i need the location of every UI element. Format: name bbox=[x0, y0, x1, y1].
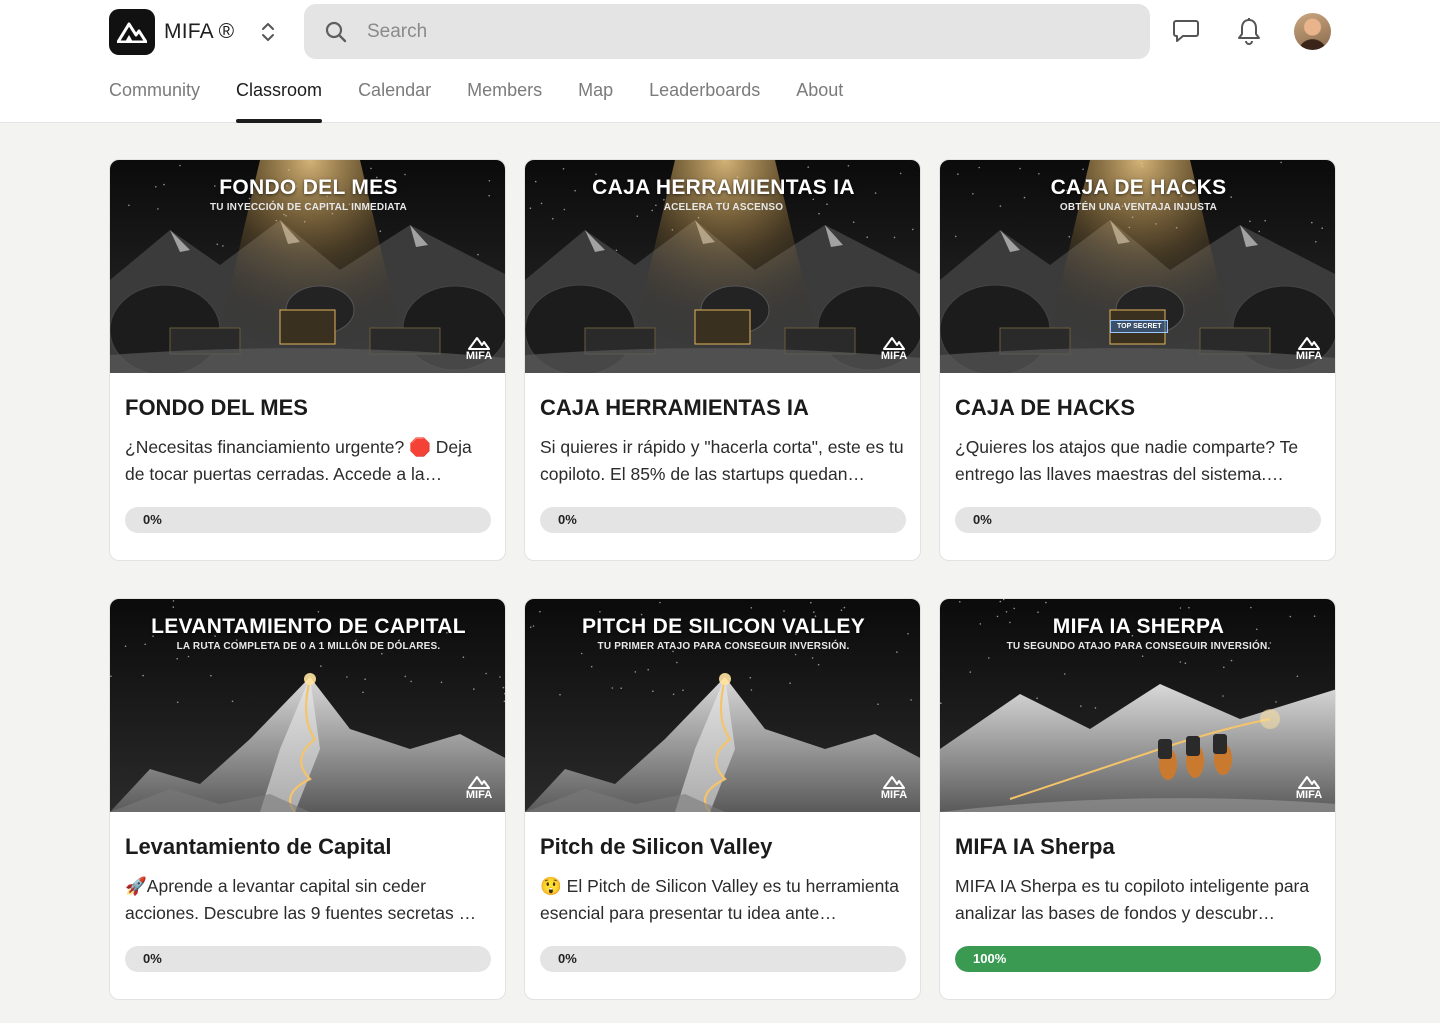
course-description: ¿Quieres los atajos que nadie comparte? … bbox=[955, 437, 1299, 484]
progress-label: 0% bbox=[973, 512, 992, 527]
progress-label: 0% bbox=[143, 951, 162, 966]
progress-label: 100% bbox=[973, 951, 1007, 966]
course-card[interactable]: PITCH DE SILICON VALLEY TU PRIMER ATAJO … bbox=[524, 598, 921, 1000]
cover-logo-text: MIFA bbox=[465, 350, 493, 362]
community-switcher[interactable] bbox=[256, 18, 280, 46]
cover-title: LEVANTAMIENTO DE CAPITAL bbox=[151, 615, 466, 638]
cover-title: CAJA HERRAMIENTAS IA bbox=[592, 176, 855, 199]
course-description: 🚀Aprende a levantar capital sin ceder ac… bbox=[125, 876, 477, 923]
search-input[interactable] bbox=[367, 4, 1127, 59]
cover-subtitle: TU SEGUNDO ATAJO PARA CONSEGUIR INVERSIÓ… bbox=[1006, 641, 1271, 652]
course-card[interactable]: CAJA HERRAMIENTAS IA ACELERA TU ASCENSO … bbox=[524, 159, 921, 561]
course-title[interactable]: CAJA DE HACKS bbox=[955, 395, 1135, 421]
search-icon bbox=[325, 21, 347, 43]
tab-members[interactable]: Members bbox=[467, 78, 542, 123]
course-progress-bar: 0% bbox=[955, 507, 1321, 533]
tab-classroom[interactable]: Classroom bbox=[236, 78, 323, 123]
tab-community[interactable]: Community bbox=[109, 78, 200, 123]
cover-logo-text: MIFA bbox=[880, 350, 908, 362]
progress-fill bbox=[955, 946, 1321, 972]
course-cover[interactable]: MIFA IA SHERPA TU SEGUNDO ATAJO PARA CON… bbox=[940, 599, 1335, 812]
cover-subtitle: LA RUTA COMPLETA DE 0 A 1 MILLÓN DE DÓLA… bbox=[176, 641, 441, 652]
cover-logo-text: MIFA bbox=[465, 789, 493, 801]
course-description: Si quieres ir rápido y "hacerla corta", … bbox=[540, 437, 904, 484]
course-card[interactable]: FONDO DEL MES TU INYECCIÓN DE CAPITAL IN… bbox=[109, 159, 506, 561]
course-description: 😲 El Pitch de Silicon Valley es tu herra… bbox=[540, 876, 899, 923]
course-progress-bar: 0% bbox=[540, 507, 906, 533]
tab-leaderboards[interactable]: Leaderboards bbox=[649, 78, 760, 123]
mountain-logo-icon bbox=[468, 337, 490, 350]
cover-title: MIFA IA SHERPA bbox=[1052, 615, 1225, 638]
course-cover[interactable]: CAJA HERRAMIENTAS IA ACELERA TU ASCENSO … bbox=[525, 160, 920, 373]
bell-icon bbox=[1238, 18, 1260, 45]
cover-subtitle: ACELERA TU ASCENSO bbox=[663, 202, 784, 213]
search-bar[interactable] bbox=[304, 4, 1150, 59]
tab-calendar[interactable]: Calendar bbox=[358, 78, 431, 123]
cover-title: CAJA DE HACKS bbox=[1050, 176, 1227, 199]
course-progress-bar: 0% bbox=[125, 946, 491, 972]
main-nav-tabs: Community Classroom Calendar Members Map Lead… bbox=[109, 78, 879, 123]
cover-logo: MIFA bbox=[463, 336, 495, 364]
course-title[interactable]: Pitch de Silicon Valley bbox=[540, 834, 772, 860]
cover-subtitle: TU INYECCIÓN DE CAPITAL INMEDIATA bbox=[210, 202, 407, 213]
mountain-logo-icon bbox=[883, 337, 905, 350]
course-card[interactable]: LEVANTAMIENTO DE CAPITAL LA RUTA COMPLET… bbox=[109, 598, 506, 1000]
cover-logo: MIFA bbox=[1293, 775, 1325, 803]
progress-label: 0% bbox=[558, 951, 577, 966]
progress-label: 0% bbox=[558, 512, 577, 527]
cover-logo: MIFA bbox=[463, 775, 495, 803]
tab-about[interactable]: About bbox=[796, 78, 843, 123]
course-progress-bar: 0% bbox=[125, 507, 491, 533]
chevron-up-down-icon bbox=[262, 23, 274, 41]
cover-badge: TOP SECRET bbox=[1110, 320, 1169, 333]
cover-logo: MIFA bbox=[878, 775, 910, 803]
cover-logo-text: MIFA bbox=[1295, 350, 1323, 362]
course-card[interactable]: CAJA DE HACKS OBTÉN UNA VENTAJA INJUSTA … bbox=[939, 159, 1336, 561]
tab-map[interactable]: Map bbox=[578, 78, 613, 123]
cover-subtitle: OBTÉN UNA VENTAJA INJUSTA bbox=[1059, 202, 1218, 213]
top-header: MIFA ® Community Classroom Calendar Members… bbox=[0, 0, 1440, 123]
cover-logo: MIFA bbox=[1293, 336, 1325, 364]
course-cover[interactable]: PITCH DE SILICON VALLEY TU PRIMER ATAJO … bbox=[525, 599, 920, 812]
cover-logo: MIFA bbox=[878, 336, 910, 364]
cover-title: PITCH DE SILICON VALLEY bbox=[581, 615, 866, 638]
community-name[interactable]: MIFA ® bbox=[164, 20, 234, 44]
course-grid: FONDO DEL MES TU INYECCIÓN DE CAPITAL IN… bbox=[109, 159, 1336, 1000]
course-cover[interactable]: LEVANTAMIENTO DE CAPITAL LA RUTA COMPLET… bbox=[110, 599, 505, 812]
cover-title: FONDO DEL MES bbox=[219, 176, 398, 199]
mountain-logo-icon bbox=[1298, 776, 1320, 789]
cover-logo-text: MIFA bbox=[1295, 789, 1323, 801]
mountain-logo-icon bbox=[117, 22, 147, 43]
course-cover[interactable]: CAJA DE HACKS OBTÉN UNA VENTAJA INJUSTA … bbox=[940, 160, 1335, 373]
mountain-logo-icon bbox=[1298, 337, 1320, 350]
mountain-logo-icon bbox=[468, 776, 490, 789]
course-title[interactable]: CAJA HERRAMIENTAS IA bbox=[540, 395, 809, 421]
course-title[interactable]: Levantamiento de Capital bbox=[125, 834, 392, 860]
course-cover[interactable]: FONDO DEL MES TU INYECCIÓN DE CAPITAL IN… bbox=[110, 160, 505, 373]
progress-label: 0% bbox=[143, 512, 162, 527]
course-progress-bar: 0% bbox=[540, 946, 906, 972]
chat-button[interactable] bbox=[1171, 16, 1201, 46]
chat-icon bbox=[1173, 20, 1199, 42]
notifications-button[interactable] bbox=[1234, 16, 1264, 46]
cover-logo-text: MIFA bbox=[880, 789, 908, 801]
community-logo[interactable] bbox=[109, 9, 155, 55]
course-description: ¿Necesitas financiamiento urgente? 🛑 Dej… bbox=[125, 437, 472, 484]
user-avatar[interactable] bbox=[1294, 13, 1331, 50]
cover-subtitle: TU PRIMER ATAJO PARA CONSEGUIR INVERSIÓN… bbox=[597, 641, 850, 652]
course-title[interactable]: FONDO DEL MES bbox=[125, 395, 308, 421]
mountain-logo-icon bbox=[883, 776, 905, 789]
course-title[interactable]: MIFA IA Sherpa bbox=[955, 834, 1115, 860]
course-progress-bar: 100% bbox=[955, 946, 1321, 972]
course-card[interactable]: MIFA IA SHERPA TU SEGUNDO ATAJO PARA CON… bbox=[939, 598, 1336, 1000]
course-description: MIFA IA Sherpa es tu copiloto inteligent… bbox=[955, 876, 1310, 923]
